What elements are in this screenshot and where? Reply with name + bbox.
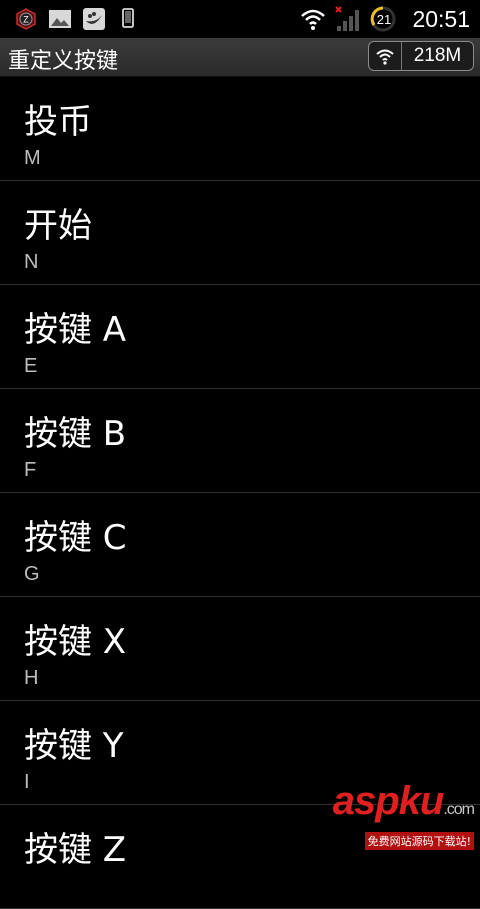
svg-text:21: 21 xyxy=(377,12,391,27)
list-item-key: F xyxy=(24,459,37,481)
list-item-button-a[interactable]: 按键 A E xyxy=(0,285,480,389)
list-item-button-c[interactable]: 按键 C G xyxy=(0,493,480,597)
list-item-title: 按键 X xyxy=(24,622,127,662)
list-item-key: G xyxy=(24,563,40,585)
image-icon xyxy=(48,7,72,31)
list-item-key: E xyxy=(24,355,38,377)
memory-value: 218M xyxy=(413,45,462,66)
phone-icon xyxy=(116,7,140,31)
list-item-coin[interactable]: 投币 M xyxy=(0,77,480,181)
system-icons: 21 20:51 xyxy=(300,4,470,34)
watermark-tagline: 免费网站源码下载站! xyxy=(364,832,474,850)
list-item-title: 开始 xyxy=(24,206,92,246)
list-item-key: H xyxy=(24,667,39,689)
svg-text:Z: Z xyxy=(23,15,29,25)
wifi-icon xyxy=(300,6,326,32)
list-item-title: 投币 xyxy=(24,102,92,142)
list-item-button-b[interactable]: 按键 B F xyxy=(0,389,480,493)
list-item-key: M xyxy=(24,147,41,169)
clock: 20:51 xyxy=(412,5,470,32)
list-item-key: N xyxy=(24,251,39,273)
app-z-icon: Z xyxy=(14,7,38,31)
list-item-title: 按键 A xyxy=(24,310,127,350)
list-item-button-x[interactable]: 按键 X H xyxy=(0,597,480,701)
battery-icon: 21 xyxy=(368,4,398,34)
list-item-start[interactable]: 开始 N xyxy=(0,181,480,285)
status-bar: Z 21 20:51 xyxy=(0,0,480,38)
wifi-icon xyxy=(369,42,402,70)
list-item-key: I xyxy=(24,771,30,793)
list-item-title: 按键 Y xyxy=(24,726,124,766)
list-item-title: 按键 Z xyxy=(24,830,127,870)
page-title: 重定义按键 xyxy=(8,49,119,74)
signal-icon xyxy=(334,6,360,32)
app-pea-icon xyxy=(82,7,106,31)
site-watermark: aspku.com 免费网站源码下载站! xyxy=(332,779,475,850)
list-item-title: 按键 C xyxy=(24,518,127,558)
notification-icons: Z xyxy=(14,7,140,31)
list-item-title: 按键 B xyxy=(24,414,127,454)
memory-widget[interactable]: 218M xyxy=(368,41,474,71)
watermark-brand: aspku.com xyxy=(332,779,475,823)
title-bar: 重定义按键 218M xyxy=(0,38,480,77)
